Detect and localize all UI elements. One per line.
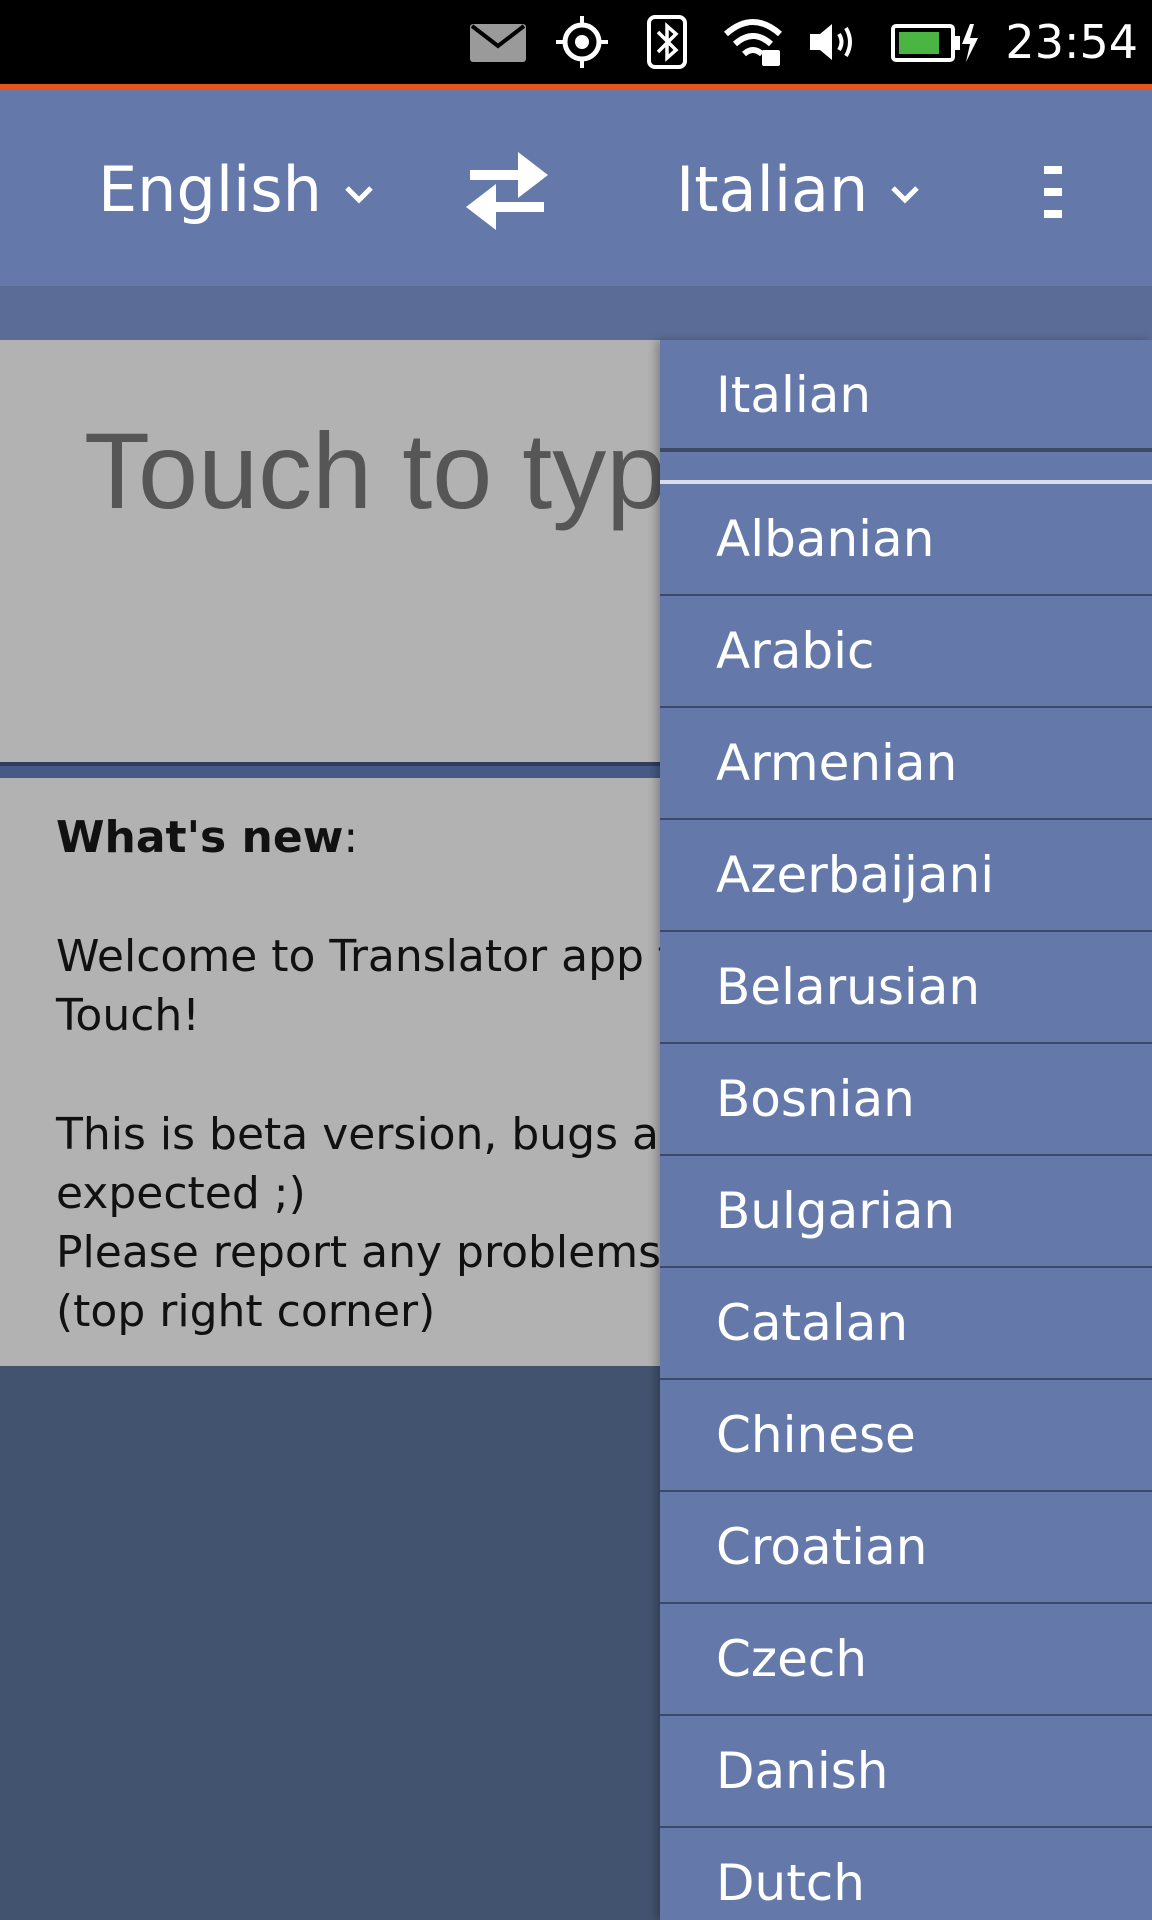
whats-new-line: Touch!: [56, 990, 200, 1041]
wifi-icon: [724, 19, 782, 66]
language-option[interactable]: Danish: [660, 1716, 1152, 1828]
whats-new-line: (top right corner): [56, 1286, 436, 1337]
language-option[interactable]: Belarusian: [660, 932, 1152, 1044]
target-language-button[interactable]: Italian: [676, 150, 920, 230]
volume-icon: [810, 24, 852, 60]
whats-new-title: What's new:: [56, 812, 359, 863]
bluetooth-icon: [647, 15, 687, 69]
language-option[interactable]: Bosnian: [660, 1044, 1152, 1156]
dropdown-separator: [660, 450, 1152, 484]
whats-new-line: expected ;): [56, 1168, 306, 1219]
status-bar: 23:54: [0, 0, 1152, 90]
source-text-input[interactable]: Touch to type: [0, 340, 660, 762]
language-option[interactable]: Armenian: [660, 708, 1152, 820]
language-option[interactable]: Catalan: [660, 1268, 1152, 1380]
swap-arrows-icon[interactable]: [462, 146, 552, 236]
language-option[interactable]: Dutch: [660, 1828, 1152, 1920]
whats-new-line: This is beta version, bugs are: [56, 1109, 660, 1160]
source-language-button[interactable]: English: [98, 150, 374, 230]
language-dropdown: Italian Albanian Arabic Armenian Azerbai…: [660, 340, 1152, 1920]
app-header: English Italian: [0, 90, 1152, 286]
whats-new-line: Welcome to Translator app for Ubuntu: [56, 931, 660, 982]
source-language-label: English: [98, 153, 322, 226]
panel-divider: [0, 762, 660, 778]
header-shadow-bar: [0, 286, 1152, 340]
mail-icon: [470, 24, 526, 62]
language-option-selected[interactable]: Italian: [660, 340, 1152, 450]
language-option[interactable]: Bulgarian: [660, 1156, 1152, 1268]
input-placeholder: Touch to type: [84, 410, 660, 531]
battery-charging-icon: [891, 24, 978, 62]
location-icon: [556, 16, 608, 68]
clock: 23:54: [1005, 15, 1138, 69]
chevron-down-icon: [891, 186, 920, 204]
language-option[interactable]: Croatian: [660, 1492, 1152, 1604]
language-option[interactable]: Albanian: [660, 484, 1152, 596]
overflow-menu-icon[interactable]: [1038, 160, 1068, 224]
language-option[interactable]: Arabic: [660, 596, 1152, 708]
chevron-down-icon: [345, 186, 373, 204]
whats-new-line: Please report any problems: [56, 1227, 660, 1278]
whats-new-panel: What's new: Welcome to Translator app fo…: [0, 778, 660, 1366]
target-language-label: Italian: [676, 153, 869, 226]
language-option[interactable]: Chinese: [660, 1380, 1152, 1492]
language-option[interactable]: Azerbaijani: [660, 820, 1152, 932]
language-option[interactable]: Czech: [660, 1604, 1152, 1716]
